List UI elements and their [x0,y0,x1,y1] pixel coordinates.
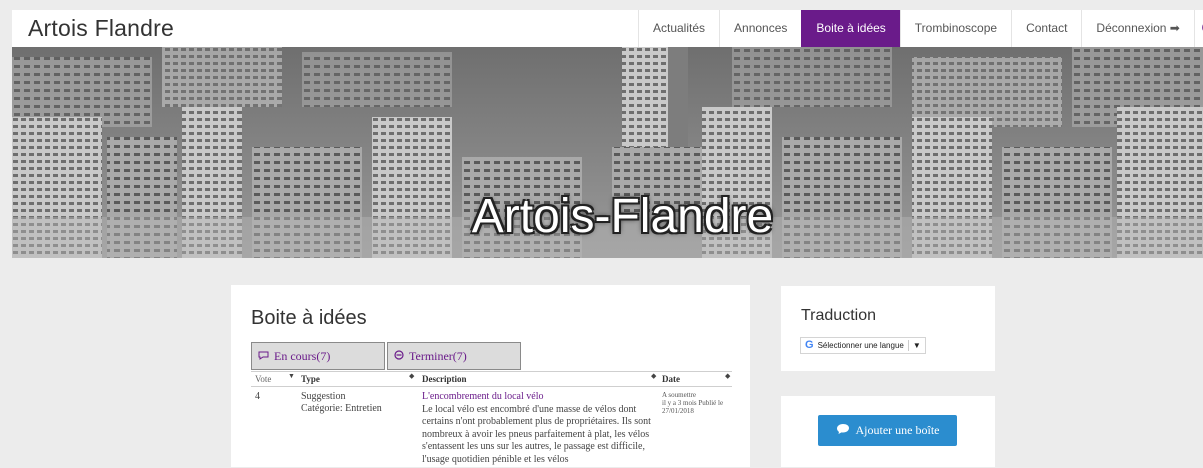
description-cell: L'encombrement du local vélo Le local vé… [422,391,658,467]
nav-item-annonces[interactable]: Annonces [719,10,801,47]
main-nav: Actualités Annonces Boite à idées Trombi… [638,10,1203,47]
col-header-type[interactable]: Type [301,372,320,386]
date-cell: A soumettre il y a 3 mois Publié le 27/0… [662,391,730,415]
idea-date: il y a 3 mois Publié le 27/01/2018 [662,399,730,415]
hero-banner: Artois-Flandre [12,47,1203,258]
top-navbar: Artois Flandre Actualités Annonces Boite… [12,10,1203,47]
translation-title: Traduction [801,307,876,325]
nav-item-contact[interactable]: Contact [1011,10,1081,47]
ideas-card: Boite à idées En cours(7) Terminer(7) Vo… [231,285,750,467]
add-box-button[interactable]: Ajouter une boîte [818,415,957,446]
header-divider [251,386,732,387]
search-icon[interactable] [1194,10,1203,47]
add-box-widget: Ajouter une boîte [781,396,995,467]
dropdown-arrow-icon: ▼ [913,338,921,353]
idea-description: Le local vélo est encombré d'une masse d… [422,404,658,467]
tab-en-cours[interactable]: En cours(7) [251,342,385,370]
tab-en-cours-label: En cours(7) [274,349,330,363]
sort-icon[interactable]: ◆ [725,372,730,380]
vote-count: 4 [255,391,260,403]
col-header-vote[interactable]: Vote [255,372,271,386]
google-logo-icon: G [805,338,814,353]
col-header-description[interactable]: Description [422,372,467,386]
col-header-date[interactable]: Date [662,372,680,386]
translation-widget: Traduction G Sélectionner une langue ▼ [781,286,995,371]
idea-status: A soumettre [662,391,730,399]
sort-icon[interactable]: ◆ [409,372,414,380]
ideas-table: Vote ▼ Type ◆ Description ◆ Date ◆ 4 Sug… [251,371,732,468]
idea-title-link[interactable]: L'encombrement du local vélo [422,391,658,404]
page-title: Boite à idées [251,307,367,330]
sort-desc-icon[interactable]: ▼ [288,372,295,380]
idea-type: Suggestion [301,391,382,403]
type-cell: Suggestion Catégorie: Entretien [301,391,382,415]
check-circle-icon [394,349,407,363]
sort-icon[interactable]: ◆ [651,372,656,380]
language-select[interactable]: G Sélectionner une langue ▼ [800,337,926,354]
tab-terminer[interactable]: Terminer(7) [387,342,521,370]
divider [908,340,909,351]
nav-item-actualites[interactable]: Actualités [638,10,719,47]
nav-item-boite-a-idees[interactable]: Boite à idées [801,10,899,47]
hero-title: Artois-Flandre [12,189,1203,244]
comments-icon [258,349,272,363]
site-title[interactable]: Artois Flandre [28,15,174,42]
language-select-label: Sélectionner une langue [818,338,904,353]
tab-terminer-label: Terminer(7) [409,349,467,363]
add-box-label: Ajouter une boîte [856,423,940,438]
idea-category: Catégorie: Entretien [301,403,382,415]
nav-item-deconnexion[interactable]: Déconnexion ➡ [1081,10,1193,47]
nav-item-trombinoscope[interactable]: Trombinoscope [900,10,1011,47]
chat-bubble-icon [836,423,850,439]
